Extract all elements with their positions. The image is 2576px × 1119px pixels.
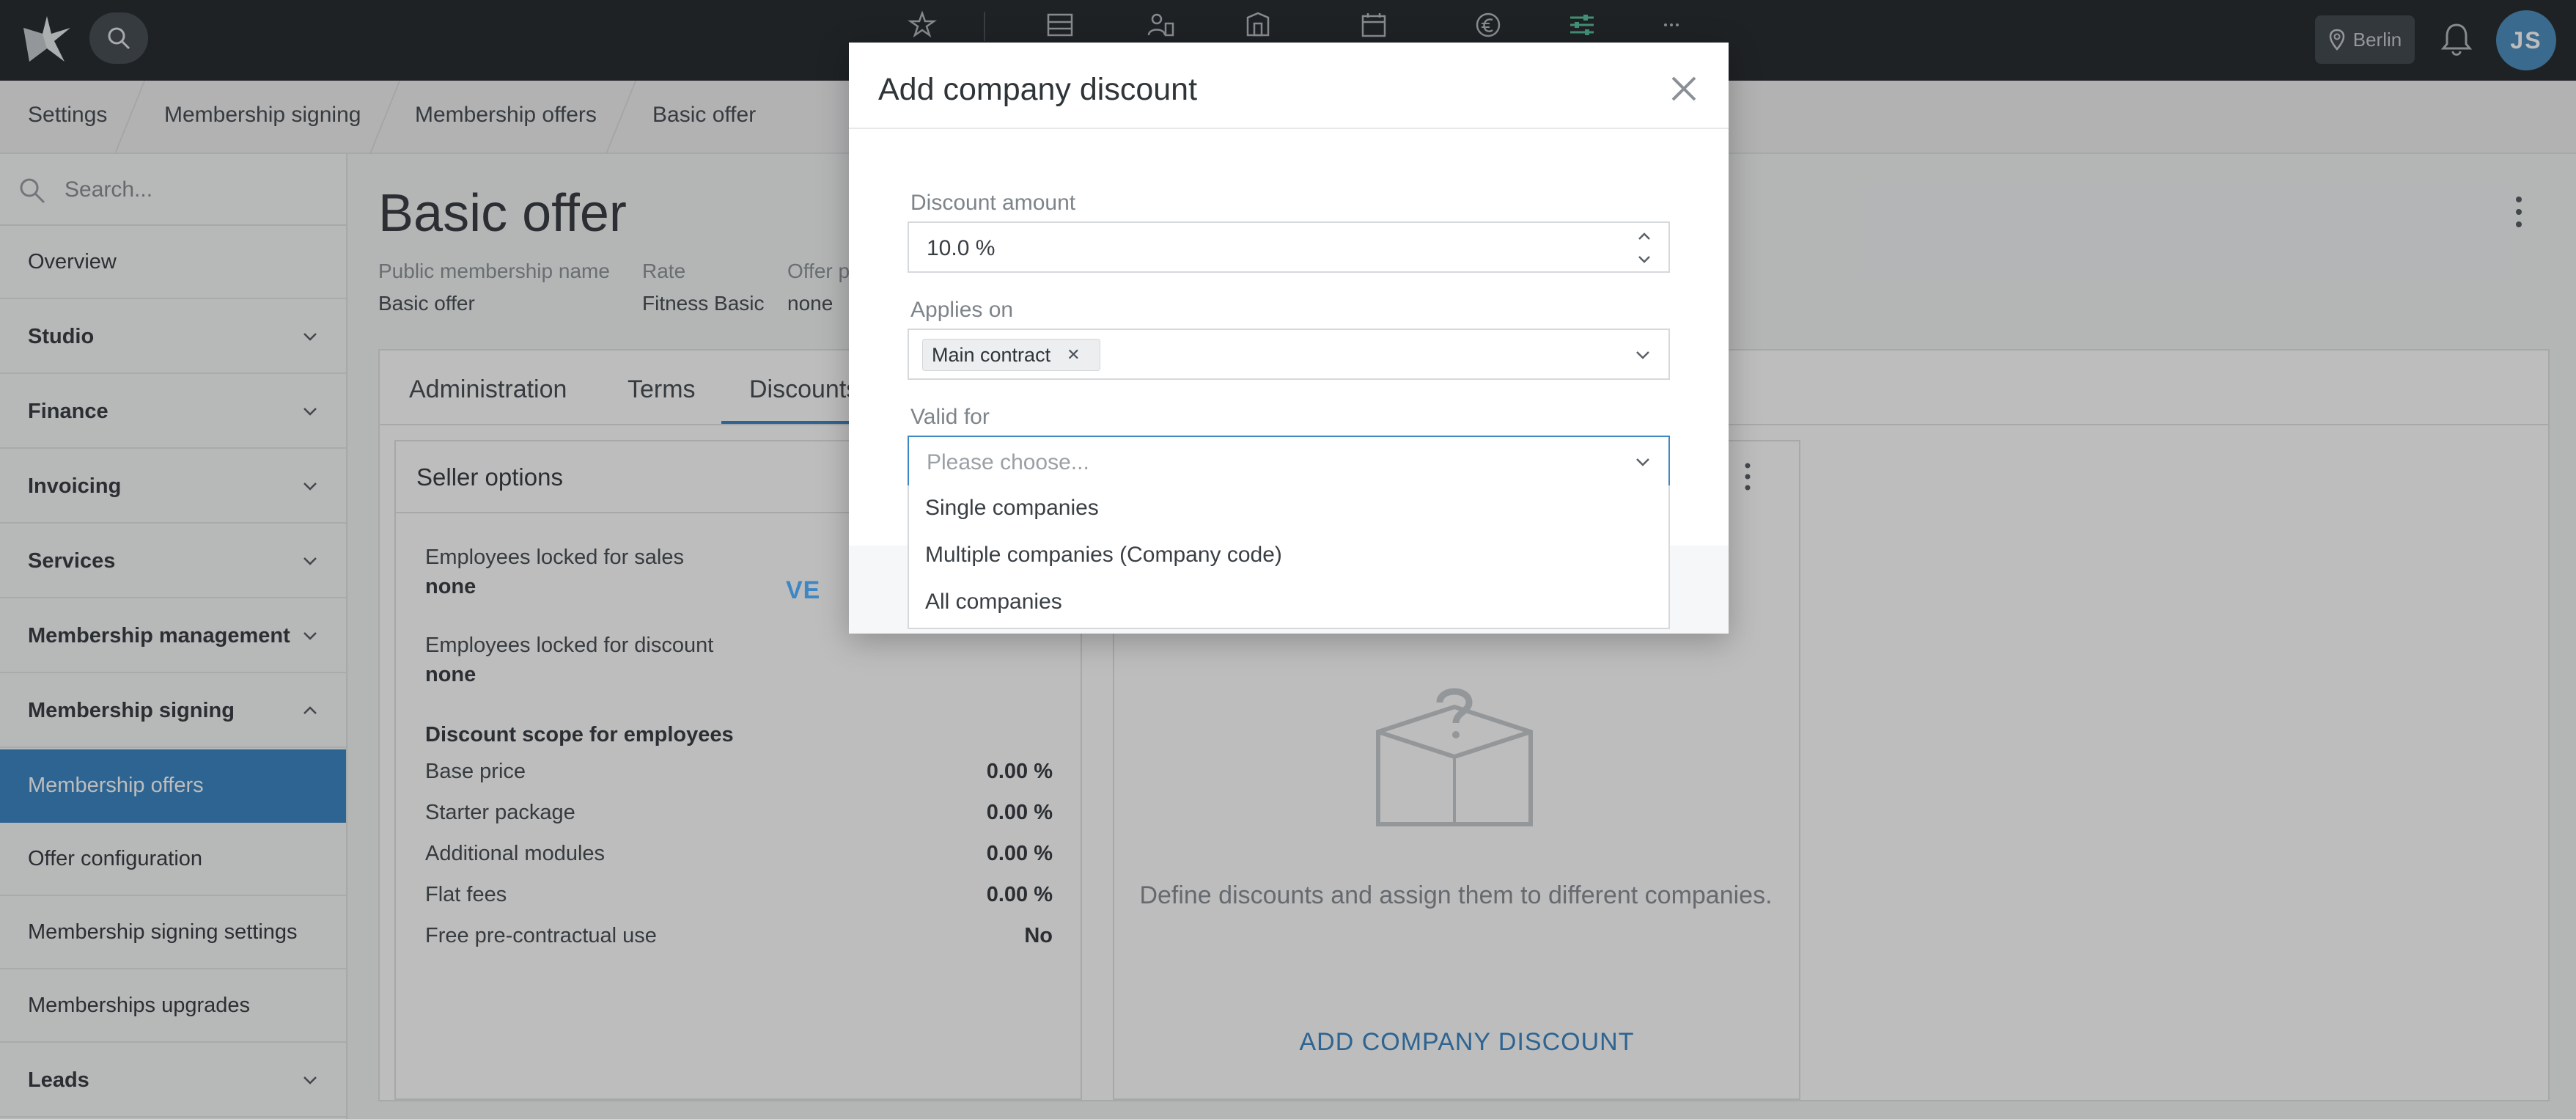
discount-amount-label: Discount amount — [910, 191, 1076, 215]
dropdown-option-single-companies[interactable]: Single companies — [925, 496, 1099, 521]
modal-header: Add company discount — [849, 43, 1729, 129]
discount-amount-value: 10.0 % — [927, 236, 996, 260]
chip-label: Main contract — [932, 343, 1051, 366]
close-icon[interactable] — [1668, 73, 1699, 104]
valid-for-placeholder: Please choose... — [927, 450, 1089, 474]
dropdown-option-all-companies[interactable]: All companies — [925, 590, 1062, 614]
discount-amount-input[interactable]: 10.0 % — [908, 221, 1670, 273]
chevron-down-icon[interactable] — [1635, 456, 1651, 468]
selected-chip: Main contract ✕ — [922, 339, 1100, 371]
chip-remove-icon[interactable]: ✕ — [1067, 345, 1080, 364]
number-stepper-icon[interactable] — [1636, 229, 1652, 267]
applies-on-label: Applies on — [910, 298, 1014, 322]
valid-for-options-list: Single companies Multiple companies (Com… — [908, 485, 1670, 629]
modal-title: Add company discount — [878, 72, 1198, 107]
valid-for-select[interactable]: Please choose... — [908, 436, 1670, 487]
valid-for-label: Valid for — [910, 405, 990, 429]
dropdown-option-multiple-companies[interactable]: Multiple companies (Company code) — [925, 543, 1282, 568]
save-button[interactable]: VE — [786, 576, 820, 605]
applies-on-select[interactable]: Main contract ✕ — [908, 329, 1670, 380]
chevron-down-icon[interactable] — [1635, 349, 1651, 361]
